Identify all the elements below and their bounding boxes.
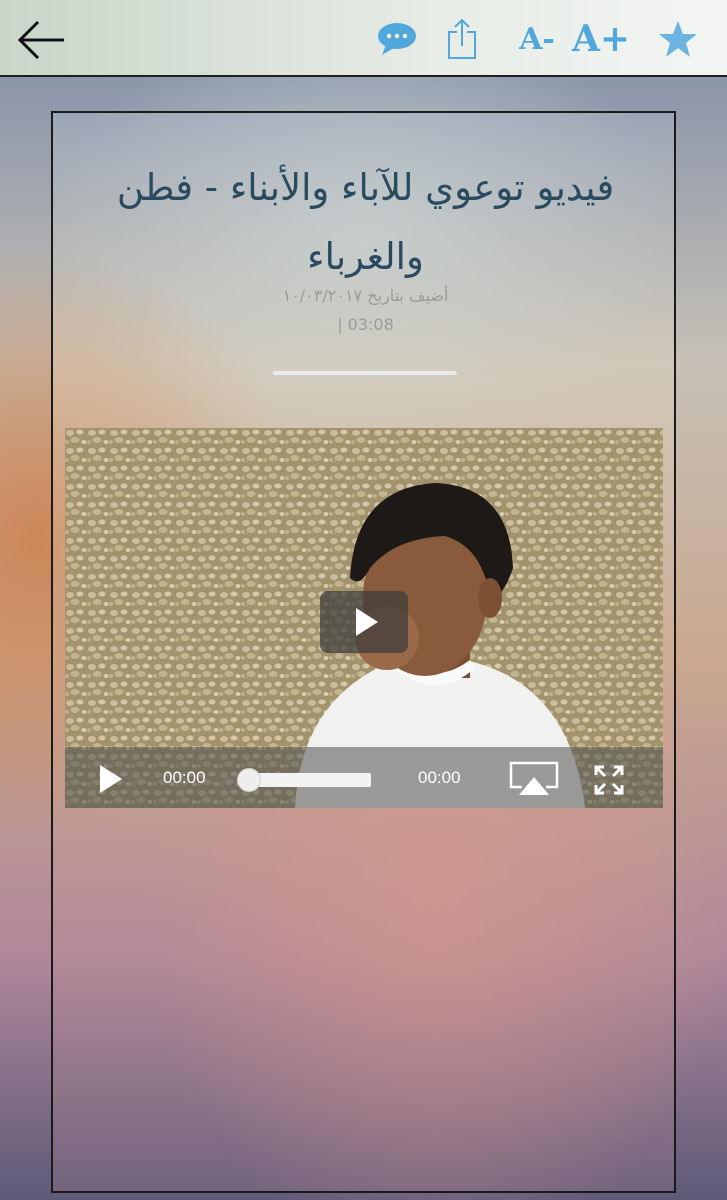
seek-handle[interactable] <box>237 768 261 792</box>
video-controls: 00:00 00:00 <box>65 747 663 808</box>
back-button[interactable] <box>14 18 68 62</box>
article-card: فيديو توعوي للآباء والأبناء - فطن والغرب… <box>51 111 676 1193</box>
duration-time: 00:00 <box>418 768 461 787</box>
font-decrease-label: A- <box>519 21 555 57</box>
title-divider <box>273 371 457 375</box>
airplay-button[interactable] <box>509 761 559 797</box>
play-icon <box>356 608 378 636</box>
video-play-overlay-button[interactable] <box>320 591 408 653</box>
article-title: فيديو توعوي للآباء والأبناء - فطن والغرب… <box>116 166 615 278</box>
article-time: | 03:08 <box>337 315 394 334</box>
play-icon <box>100 765 122 793</box>
seek-bar[interactable] <box>243 773 371 787</box>
video-player[interactable]: 00:00 00:00 <box>65 428 663 808</box>
comments-icon <box>378 23 416 55</box>
share-button[interactable] <box>444 14 480 64</box>
comments-button[interactable] <box>376 14 418 64</box>
current-time: 00:00 <box>163 768 206 787</box>
font-increase-button[interactable]: A+ <box>572 14 630 64</box>
favorite-button[interactable] <box>656 14 700 64</box>
top-toolbar: A- A+ <box>0 0 727 77</box>
star-icon <box>659 21 697 57</box>
control-play-button[interactable] <box>95 763 127 795</box>
article-date: أضيف بتاريخ ١٠/٠٣/٢٠١٧ <box>282 286 449 305</box>
font-decrease-button[interactable]: A- <box>514 14 560 64</box>
back-arrow-icon <box>17 20 64 60</box>
share-icon <box>448 18 476 59</box>
airplay-icon <box>509 761 559 795</box>
fullscreen-icon <box>594 765 624 795</box>
fullscreen-button[interactable] <box>593 764 625 796</box>
font-increase-label: A+ <box>571 18 631 60</box>
